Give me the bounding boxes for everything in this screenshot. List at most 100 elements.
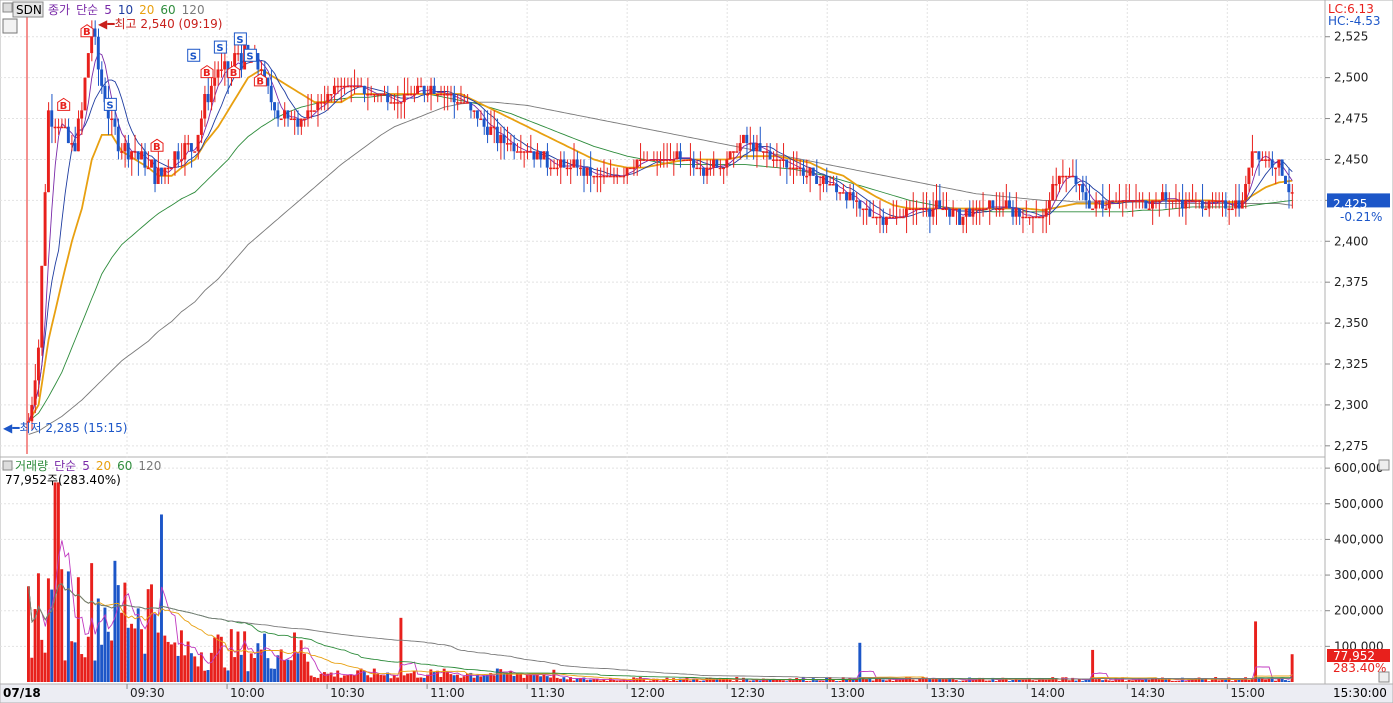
candle-body bbox=[53, 126, 57, 129]
candle-body bbox=[465, 102, 469, 104]
candle-body bbox=[908, 208, 912, 211]
candle-body bbox=[485, 126, 489, 135]
candle-body bbox=[642, 159, 646, 161]
volume-bar bbox=[525, 674, 529, 682]
scroll-down-icon[interactable] bbox=[1378, 671, 1390, 683]
volume-bar bbox=[815, 680, 819, 682]
candle-body bbox=[1074, 175, 1078, 184]
volume-bar bbox=[96, 598, 100, 682]
volume-legend: 거래량 단순 5 20 60 120 bbox=[15, 459, 161, 473]
volume-bar bbox=[352, 674, 356, 682]
legend-item: 20 bbox=[96, 459, 111, 473]
candle-body bbox=[565, 167, 569, 170]
volume-bar bbox=[193, 656, 197, 682]
candle-body bbox=[1167, 200, 1171, 202]
candle-body bbox=[1240, 200, 1244, 209]
volume-bar bbox=[988, 680, 991, 682]
volume-bar bbox=[961, 680, 965, 682]
candle-body bbox=[1277, 159, 1281, 168]
candle-body bbox=[332, 85, 336, 94]
candle-body bbox=[30, 404, 34, 422]
volume-bar bbox=[30, 657, 34, 682]
candle-body bbox=[396, 102, 400, 104]
candle-body bbox=[312, 110, 316, 112]
candle-body bbox=[259, 69, 263, 71]
chart-canvas[interactable]: 2,275 2,300 2,325 2,350 2,375 2,400 2,425 2,450… bbox=[0, 0, 1393, 703]
candle-body bbox=[938, 200, 942, 209]
volume-panel bbox=[0, 456, 1326, 685]
legend-item: 120 bbox=[182, 3, 205, 17]
volume-bar bbox=[346, 674, 350, 682]
candle-body bbox=[988, 200, 991, 209]
candle-body bbox=[1184, 200, 1188, 209]
volume-bar bbox=[509, 670, 513, 682]
sell-signal-letter: S bbox=[246, 51, 253, 62]
volume-bar bbox=[382, 675, 386, 682]
volume-bar bbox=[645, 681, 649, 682]
candle-body bbox=[140, 151, 143, 160]
volume-bar bbox=[931, 679, 935, 682]
volume-bar bbox=[668, 681, 672, 682]
volume-bar bbox=[100, 644, 104, 682]
buy-signal-letter: B bbox=[153, 142, 161, 153]
candle-body bbox=[1041, 216, 1045, 219]
volume-bar bbox=[166, 641, 170, 682]
candle-body bbox=[811, 167, 815, 176]
volume-bar bbox=[243, 631, 247, 682]
candle-body bbox=[605, 175, 609, 178]
candle-body bbox=[1141, 200, 1144, 202]
volume-bar bbox=[186, 641, 190, 682]
volume-bar bbox=[56, 482, 60, 682]
grid-toggle-icon[interactable] bbox=[2, 18, 18, 34]
time-tick-label: 15:00 bbox=[1230, 686, 1265, 700]
candle-body bbox=[851, 192, 855, 201]
volume-bar bbox=[206, 670, 210, 682]
candle-body bbox=[1014, 208, 1018, 217]
legend-item: 종가 bbox=[48, 3, 70, 17]
candle-body bbox=[509, 143, 513, 145]
candle-body bbox=[1267, 159, 1271, 161]
volume-bar bbox=[1101, 680, 1105, 682]
candle-body bbox=[1124, 200, 1128, 202]
candle-body bbox=[1084, 192, 1088, 201]
candle-body bbox=[502, 134, 506, 144]
candle-body bbox=[934, 200, 938, 209]
candle-body bbox=[964, 208, 968, 217]
candle-body bbox=[702, 167, 705, 176]
volume-bar bbox=[402, 675, 406, 682]
candle-body bbox=[216, 69, 220, 78]
candle-body bbox=[635, 159, 639, 168]
volume-bar bbox=[1024, 679, 1028, 682]
volume-bar bbox=[1057, 680, 1061, 682]
volume-bar bbox=[133, 628, 137, 682]
legend-item: 단순 bbox=[76, 3, 98, 17]
volume-bar bbox=[273, 668, 277, 682]
candle-body bbox=[888, 216, 892, 219]
volume-bar bbox=[27, 586, 30, 682]
volume-bar bbox=[605, 680, 609, 682]
volume-bar bbox=[266, 658, 270, 682]
volume-bar bbox=[921, 677, 925, 682]
price-tick-label: 2,300 bbox=[1334, 398, 1368, 412]
time-tick-label: 13:00 bbox=[830, 686, 865, 700]
candle-body bbox=[56, 126, 60, 129]
candle-body bbox=[645, 159, 649, 161]
candle-body bbox=[741, 134, 745, 144]
scroll-up-icon[interactable] bbox=[1378, 459, 1390, 471]
volume-bar bbox=[1230, 681, 1234, 682]
candle-body bbox=[316, 102, 320, 111]
candle-body bbox=[1067, 175, 1071, 178]
candle-body bbox=[678, 151, 682, 160]
candle-body bbox=[904, 208, 908, 217]
candle-body bbox=[968, 208, 972, 217]
candle-body bbox=[130, 151, 134, 160]
volume-bar bbox=[110, 640, 114, 682]
volume-bar bbox=[1074, 680, 1078, 682]
volume-settings-icon[interactable] bbox=[2, 460, 13, 471]
volume-bar bbox=[419, 677, 423, 682]
candle-body bbox=[881, 216, 885, 225]
settings-icon[interactable] bbox=[2, 2, 13, 13]
sell-signal-icon: S bbox=[213, 40, 227, 54]
candle-body bbox=[778, 159, 782, 161]
candle-body bbox=[1054, 184, 1058, 186]
